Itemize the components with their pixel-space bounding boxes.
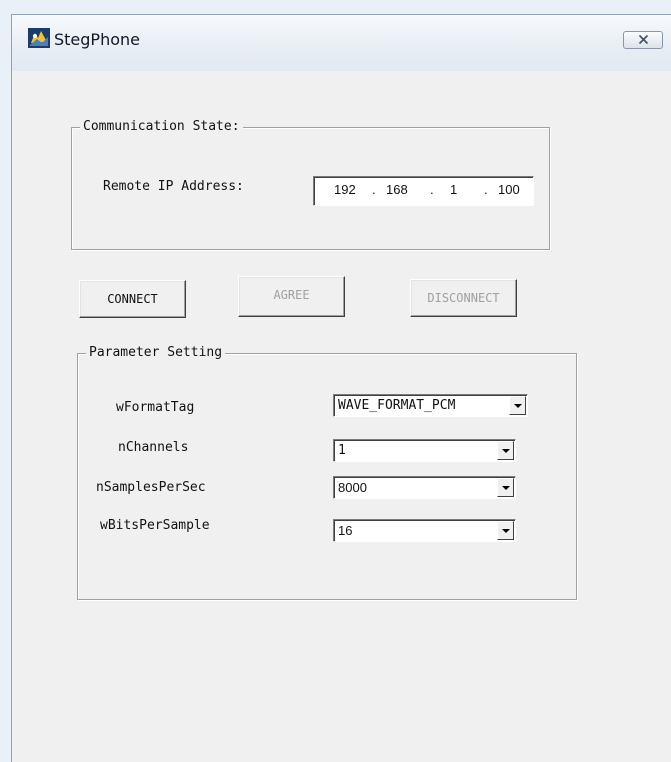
chevron-down-icon[interactable] [509, 396, 526, 415]
parameter-setting-group: Parameter Setting wFormatTag WAVE_FORMAT… [77, 345, 577, 600]
ip-octet-4[interactable]: 100 [498, 182, 520, 197]
ip-octet-2[interactable]: 168 [386, 182, 408, 197]
parameter-setting-legend: Parameter Setting [86, 345, 226, 361]
ip-dot-2: . [430, 182, 434, 197]
chevron-down-icon[interactable] [497, 478, 514, 497]
chevron-down-icon[interactable] [497, 521, 514, 540]
nsamplespersec-value: 8000 [338, 480, 367, 495]
wformattag-select[interactable]: WAVE_FORMAT_PCM [333, 394, 528, 417]
disconnect-button[interactable]: DISCONNECT [410, 279, 517, 317]
nsamplespersec-label: nSamplesPerSec [96, 480, 206, 495]
wformattag-label: wFormatTag [116, 400, 195, 415]
close-button[interactable] [623, 31, 663, 49]
wbitspersample-select[interactable]: 16 [333, 519, 516, 542]
remote-ip-label: Remote IP Address: [103, 179, 244, 194]
communication-state-legend: Communication State: [80, 119, 243, 135]
window-title: StegPhone [54, 30, 140, 49]
ip-octet-1[interactable]: 192 [334, 182, 356, 197]
client-area: Communication State: Remote IP Address: … [12, 71, 671, 762]
nchannels-select[interactable]: 1 [333, 439, 516, 462]
nsamplespersec-select[interactable]: 8000 [333, 476, 516, 499]
title-bar: StegPhone [12, 15, 671, 71]
nchannels-value: 1 [338, 443, 346, 458]
ip-dot-3: . [484, 182, 488, 197]
agree-button[interactable]: AGREE [238, 276, 345, 317]
connect-button[interactable]: CONNECT [79, 280, 186, 318]
chevron-down-icon[interactable] [497, 441, 514, 460]
remote-ip-field[interactable]: 192 . 168 . 1 . 100 [313, 176, 534, 206]
close-icon [638, 34, 649, 45]
communication-state-group: Communication State: Remote IP Address: … [71, 119, 550, 250]
wbitspersample-label: wBitsPerSample [100, 518, 210, 533]
wbitspersample-value: 16 [338, 523, 353, 538]
app-icon [28, 28, 50, 48]
stegphone-window: StegPhone Communication State: Remote IP… [11, 14, 671, 762]
ip-octet-3[interactable]: 1 [450, 182, 457, 197]
ip-dot-1: . [372, 182, 376, 197]
wformattag-value: WAVE_FORMAT_PCM [338, 398, 456, 413]
nchannels-label: nChannels [118, 440, 189, 455]
